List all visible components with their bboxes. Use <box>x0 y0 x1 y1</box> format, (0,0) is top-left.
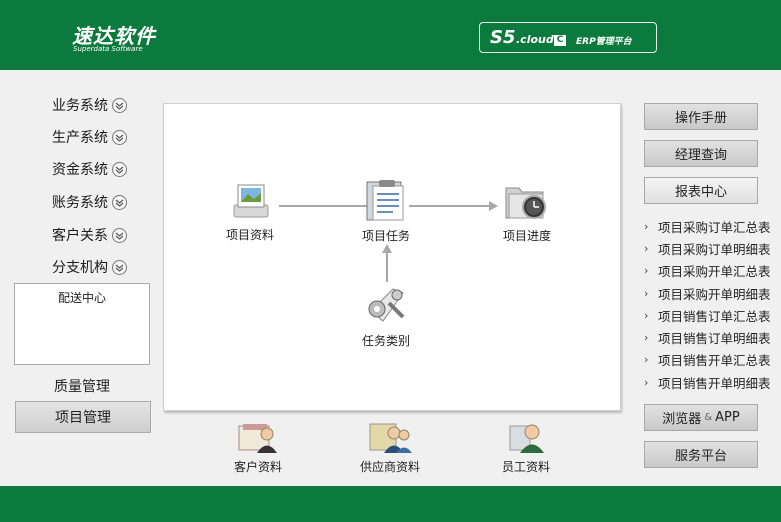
browser-app-amp: & <box>704 412 713 423</box>
platform-erp-label: ERP管理平台 <box>576 37 632 47</box>
sidebar-item-accounting[interactable]: 账务系统 <box>52 191 127 213</box>
chevron-down-icon <box>112 97 127 113</box>
flow-canvas: 项目资料 项目任务 项目进度 任务类别 <box>163 103 621 411</box>
chevron-right-icon: › <box>644 286 649 300</box>
browser-app-label-b: APP <box>715 410 740 425</box>
node-task-types[interactable]: 任务类别 <box>356 281 416 349</box>
report-link[interactable]: › 项目采购开单明细表 <box>644 282 771 304</box>
arrow-up-icon <box>382 244 392 282</box>
report-label: 项目销售开单汇总表 <box>658 353 771 369</box>
node-label: 任务类别 <box>361 334 410 348</box>
platform-badge: S5 .cloud C ERP管理平台 <box>479 22 657 53</box>
chevron-down-icon <box>112 259 127 275</box>
chevron-right-icon: › <box>644 375 649 389</box>
header-bar: 速达软件 Superdata Software S5 .cloud C ERP管… <box>0 0 781 70</box>
chevron-right-icon: › <box>644 219 649 233</box>
platform-cloud: .cloud <box>516 33 554 46</box>
sidebar-item-label: 生产系统 <box>52 130 108 146</box>
chevron-right-icon: › <box>644 331 649 345</box>
footer-bar <box>0 486 781 522</box>
sidebar-item-label: 资金系统 <box>52 162 108 178</box>
report-link[interactable]: › 项目采购订单汇总表 <box>644 215 771 237</box>
report-list: › 项目采购订单汇总表 › 项目采购订单明细表 › 项目采购开单汇总表 › 项目采购开单… <box>644 215 771 393</box>
report-label: 项目销售订单明细表 <box>658 331 771 347</box>
manager-query-button[interactable]: 经理查询 <box>644 140 758 167</box>
node-project-materials[interactable]: 项目资料 <box>220 181 280 243</box>
tools-gear-icon <box>368 288 405 322</box>
supplier-group-icon <box>369 423 412 453</box>
sidebar-item-project-active[interactable]: 项目管理 <box>15 401 151 433</box>
chevron-right-icon: › <box>644 308 649 322</box>
node-project-tasks[interactable]: 项目任务 <box>356 178 416 244</box>
project-materials-icon <box>233 184 269 218</box>
report-link[interactable]: › 项目销售订单汇总表 <box>644 304 771 326</box>
sub-item-distribution-center[interactable]: 配送中心 <box>58 289 106 306</box>
node-label: 项目任务 <box>361 229 410 243</box>
report-label: 项目销售开单明细表 <box>658 375 771 391</box>
link-customer-data[interactable]: 客户资料 <box>230 420 286 475</box>
sidebar-item-quality[interactable]: 质量管理 <box>54 376 110 396</box>
link-supplier-data[interactable]: 供应商资料 <box>358 420 422 475</box>
chevron-down-icon <box>112 194 127 210</box>
report-label: 项目采购订单汇总表 <box>658 219 771 235</box>
chevron-right-icon: › <box>644 264 649 278</box>
report-link[interactable]: › 项目销售订单明细表 <box>644 326 771 348</box>
link-employee-data[interactable]: 员工资料 <box>497 420 555 475</box>
chevron-right-icon: › <box>644 353 649 367</box>
sidebar-item-label: 分支机构 <box>52 260 108 276</box>
clock-folder-icon <box>505 187 546 219</box>
report-label: 项目采购开单明细表 <box>658 286 771 302</box>
report-link[interactable]: › 项目采购订单明细表 <box>644 237 771 259</box>
browser-app-button[interactable]: 浏览器 & APP <box>644 404 758 431</box>
brand-logo: 速达软件 Superdata Software <box>72 20 156 53</box>
employee-icon <box>509 424 544 453</box>
node-label: 项目进度 <box>502 229 551 243</box>
report-link[interactable]: › 项目销售开单汇总表 <box>644 349 771 371</box>
logo-subtext: Superdata Software <box>73 45 143 53</box>
service-platform-button[interactable]: 服务平台 <box>644 441 758 468</box>
sidebar-item-branches[interactable]: 分支机构 <box>52 256 127 278</box>
sidebar-item-funds[interactable]: 资金系统 <box>52 158 127 180</box>
link-label: 员工资料 <box>501 460 550 474</box>
link-label: 供应商资料 <box>359 460 420 474</box>
arrow-right-icon <box>409 201 498 211</box>
branch-subpanel: 配送中心 <box>14 283 150 365</box>
sidebar-item-label: 客户关系 <box>52 228 108 244</box>
sidebar-item-label: 业务系统 <box>52 98 108 114</box>
chevron-down-icon <box>112 161 127 177</box>
report-link[interactable]: › 项目采购开单汇总表 <box>644 260 771 282</box>
chevron-down-icon <box>112 129 127 145</box>
node-project-progress[interactable]: 项目进度 <box>497 180 557 244</box>
report-center-button[interactable]: 报表中心 <box>644 177 758 204</box>
platform-s5: S5 <box>490 27 516 48</box>
chevron-down-icon <box>112 227 127 243</box>
report-label: 项目采购订单明细表 <box>658 241 771 257</box>
browser-app-label: 浏览器 <box>662 412 702 427</box>
node-label: 项目资料 <box>225 228 274 242</box>
sidebar-item-label: 账务系统 <box>52 195 108 211</box>
report-link[interactable]: › 项目销售开单明细表 <box>644 371 771 393</box>
report-label: 项目销售订单汇总表 <box>658 308 771 324</box>
platform-c-box: C <box>554 35 566 46</box>
project-tasks-icon <box>366 180 404 221</box>
chevron-right-icon: › <box>644 241 649 255</box>
sidebar-item-production[interactable]: 生产系统 <box>52 126 127 148</box>
link-label: 客户资料 <box>233 460 282 474</box>
customer-card-icon <box>238 424 277 453</box>
manual-button[interactable]: 操作手册 <box>644 103 758 130</box>
report-label: 项目采购开单汇总表 <box>658 264 771 280</box>
sidebar-item-business[interactable]: 业务系统 <box>52 94 127 116</box>
sidebar-item-crm[interactable]: 客户关系 <box>52 224 127 246</box>
